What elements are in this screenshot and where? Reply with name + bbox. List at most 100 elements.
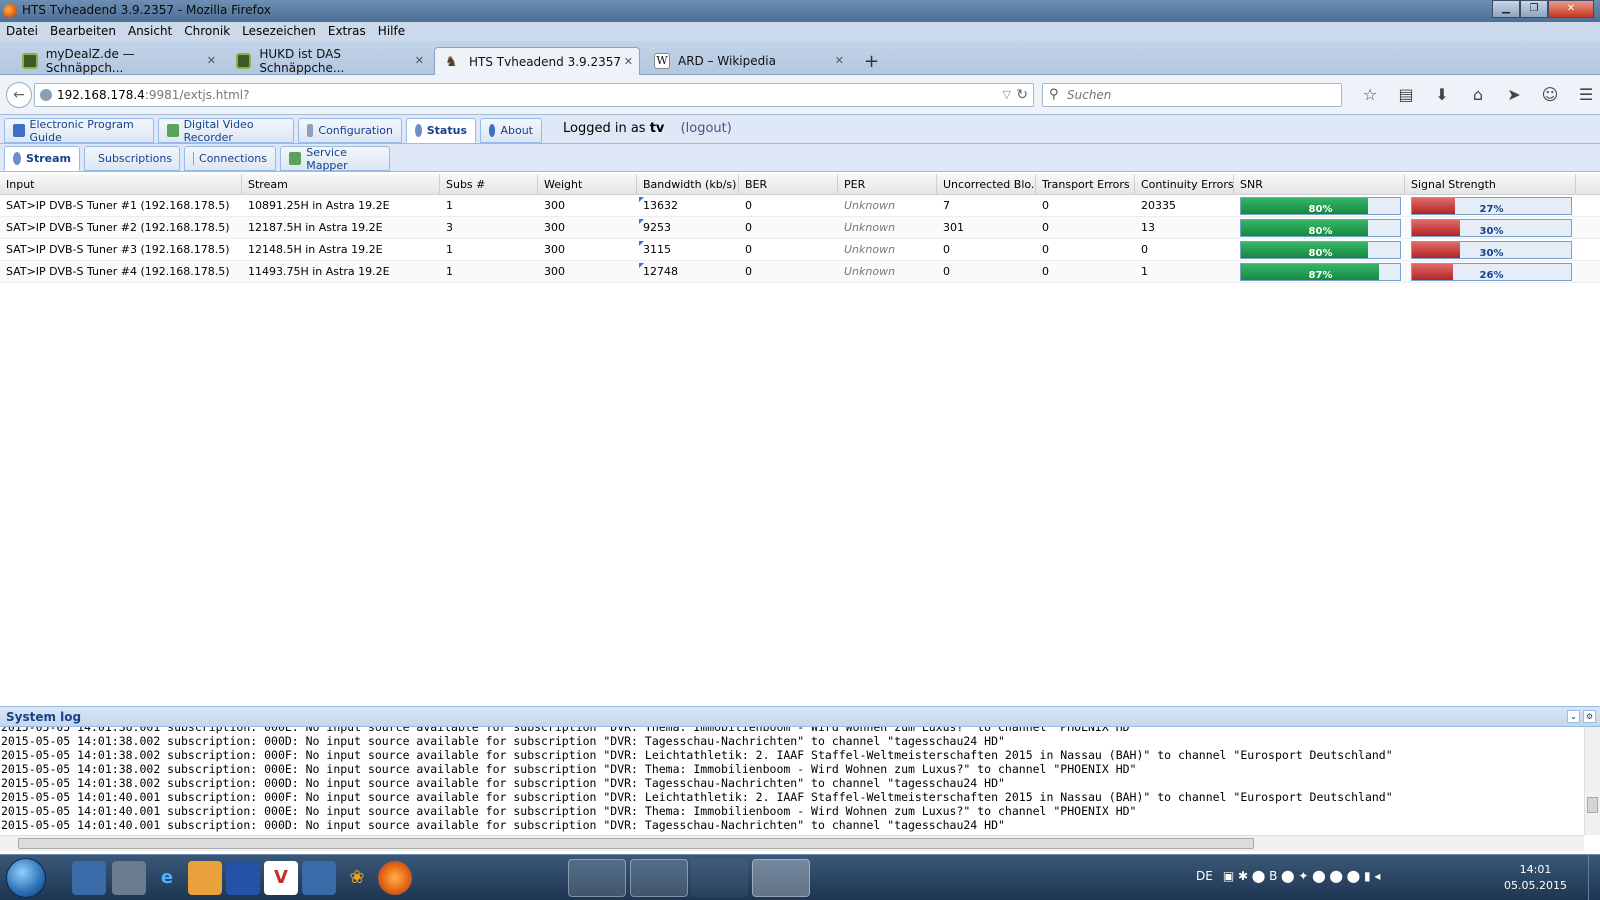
column-continuity-errors[interactable]: Continuity Errors [1135,174,1234,194]
close-window-button[interactable]: ✕ [1548,0,1594,18]
main-tab-bar: Electronic Program Guide Digital Video R… [0,115,1600,144]
cell-weight: 300 [544,265,565,278]
log-horizontal-scrollbar[interactable] [0,835,1584,851]
internet-explorer-icon[interactable]: e [150,861,184,895]
ie-running-button[interactable] [568,859,626,897]
search-input[interactable] [1067,88,1327,102]
back-button[interactable]: ← [6,82,32,108]
column-signal-strength[interactable]: Signal Strength [1405,174,1576,194]
media-player-button[interactable] [690,859,748,897]
bookmark-star-icon[interactable]: ☆ [1352,85,1388,104]
cell-per: Unknown [844,221,896,234]
table-row[interactable]: SAT>IP DVB-S Tuner #1 (192.168.178.5) 108… [0,195,1600,217]
hamburger-menu-icon[interactable]: ☰ [1568,85,1600,104]
tab-configuration[interactable]: Configuration [298,118,402,143]
snr-bar: 80% [1240,197,1401,215]
menu-datei[interactable]: Datei [6,22,38,41]
table-row[interactable]: SAT>IP DVB-S Tuner #2 (192.168.178.5) 121… [0,217,1600,239]
column-ber[interactable]: BER [739,174,838,194]
table-row[interactable]: SAT>IP DVB-S Tuner #4 (192.168.178.5) 114… [0,261,1600,283]
log-line: 2015-05-05 14:01:38.002 subscription: 00… [1,776,1005,790]
firefox-running-button[interactable] [752,859,810,897]
tab-service-mapper[interactable]: Service Mapper [280,145,390,172]
download-icon[interactable]: ⬇ [1424,85,1460,104]
maximize-button[interactable]: ❐ [1520,0,1548,18]
settings-icon[interactable]: ⚙ [1583,710,1596,723]
url-bar[interactable]: 192.168.178.4:9981/extjs.html? ▽ ↻ [34,83,1034,107]
tab-stream[interactable]: Stream [4,146,80,171]
search-bar[interactable]: ⚲ [1042,83,1342,107]
start-button[interactable] [6,858,46,898]
reload-icon[interactable]: ↻ [1016,87,1028,103]
cell-input: SAT>IP DVB-S Tuner #1 (192.168.178.5) [6,199,230,212]
outlook-icon[interactable] [188,861,222,895]
tab-label: HTS Tvheadend 3.9.2357 [469,54,622,69]
chat-icon[interactable]: ☺ [1532,85,1568,104]
language-indicator[interactable]: DE [1196,869,1213,883]
signal-strength-bar-cell: 26% [1405,261,1576,282]
snr-bar-cell: 87% [1234,261,1405,282]
close-tab-icon[interactable]: ✕ [624,55,633,68]
signal-strength-bar: 27% [1411,197,1572,215]
tab-label: Service Mapper [306,145,348,172]
floppy-icon[interactable] [226,861,260,895]
tab-status[interactable]: Status [406,118,476,143]
browser-tab-hukd[interactable]: HUKD ist DAS Schnäppche... ✕ [226,47,430,75]
bookmarks-list-icon[interactable]: ▤ [1388,85,1424,104]
pocket-send-icon[interactable]: ➤ [1496,85,1532,104]
close-tab-icon[interactable]: ✕ [207,54,216,67]
browser-tab-mydealz[interactable]: myDealZ.de — Schnäppch... ✕ [12,47,222,75]
tab-subscriptions[interactable]: Subscriptions [84,146,180,171]
vc-icon[interactable]: V [264,861,298,895]
computer-icon[interactable] [112,861,146,895]
signal-strength-bar: 30% [1411,241,1572,259]
column-weight[interactable]: Weight [538,174,637,194]
cell-transport-errors: 0 [1042,221,1049,234]
cell-input: SAT>IP DVB-S Tuner #2 (192.168.178.5) [6,221,230,234]
column-bandwidth[interactable]: Bandwidth (kb/s) [637,174,739,194]
desktop-icon[interactable] [72,861,106,895]
collapse-icon[interactable]: ⌄ [1567,710,1580,723]
column-transport-errors[interactable]: Transport Errors [1036,174,1135,194]
menu-ansicht[interactable]: Ansicht [128,22,172,41]
show-desktop-button[interactable] [1588,855,1600,900]
tab-epg[interactable]: Electronic Program Guide [4,118,154,144]
tab-about[interactable]: About [480,118,542,143]
tray-icons[interactable]: ▣ ✱ ⬤ B ⬤ ✦ ⬤ ⬤ ⬤ ▮ ◂ [1223,869,1381,883]
firefox-taskbar-icon[interactable] [378,861,412,895]
new-tab-button[interactable]: + [864,51,879,72]
menu-lesezeichen[interactable]: Lesezeichen [242,22,316,41]
column-per[interactable]: PER [838,174,937,194]
column-subs[interactable]: Subs # [440,174,538,194]
cell-stream: 10891.25H in Astra 19.2E [248,199,390,212]
column-input[interactable]: Input [0,174,242,194]
logout-link[interactable]: (logout) [681,121,732,136]
tab-connections[interactable]: Connections [184,146,276,171]
clock[interactable]: 14:01 05.05.2015 [1504,862,1567,894]
signal-strength-bar-cell: 30% [1405,239,1576,260]
paw-icon[interactable]: ❀ [340,861,374,895]
history-dropdown-icon[interactable]: ▽ [1003,88,1011,101]
menu-hilfe[interactable]: Hilfe [378,22,405,41]
minimize-button[interactable]: ▁ [1492,0,1520,18]
network-icon[interactable] [302,861,336,895]
column-snr[interactable]: SNR [1234,174,1405,194]
home-icon[interactable]: ⌂ [1460,85,1496,104]
table-row[interactable]: SAT>IP DVB-S Tuner #3 (192.168.178.5) 121… [0,239,1600,261]
close-tab-icon[interactable]: ✕ [835,54,844,67]
navigation-bar: ← 192.168.178.4:9981/extjs.html? ▽ ↻ ⚲ ☆… [0,75,1600,115]
menu-chronik[interactable]: Chronik [184,22,230,41]
firefox-icon [3,4,17,18]
system-tray: DE ▣ ✱ ⬤ B ⬤ ✦ ⬤ ⬤ ⬤ ▮ ◂ [1196,869,1390,883]
menu-bearbeiten[interactable]: Bearbeiten [50,22,116,41]
menu-extras[interactable]: Extras [328,22,366,41]
column-uncorrected-blocks[interactable]: Uncorrected Blo... [937,174,1036,194]
signal-strength-bar: 26% [1411,263,1572,281]
tab-dvr[interactable]: Digital Video Recorder [158,118,294,144]
browser-tab-ard[interactable]: W ARD – Wikipedia ✕ [644,47,850,75]
browser-tab-tvheadend[interactable]: ♞ HTS Tvheadend 3.9.2357 ✕ [434,47,640,75]
close-tab-icon[interactable]: ✕ [415,54,424,67]
explorer-running-button[interactable] [630,859,688,897]
log-vertical-scrollbar[interactable] [1584,727,1600,835]
column-stream[interactable]: Stream [242,174,440,194]
